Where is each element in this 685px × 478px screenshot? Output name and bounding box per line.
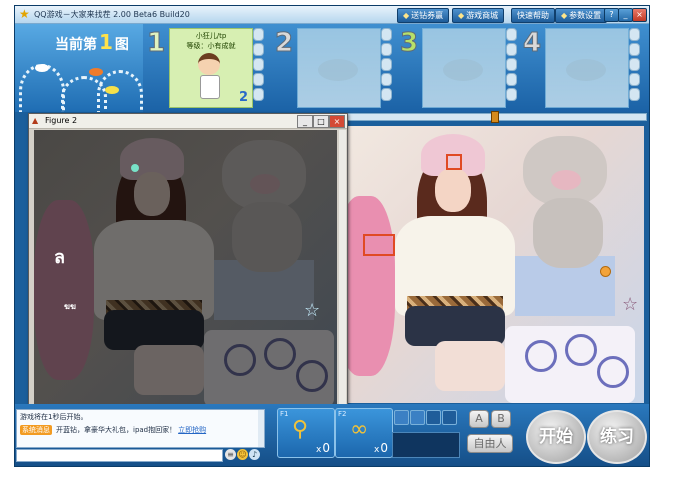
quick-help-button[interactable]: 快速帮助 (511, 8, 555, 23)
player-name: 小狂儿/tp (195, 32, 227, 40)
minimize-button[interactable]: _ (618, 8, 633, 22)
tool-count: x0 (316, 441, 330, 455)
hint-dot (600, 266, 611, 277)
system-line: 游戏将在1秒后开始。 (20, 413, 88, 421)
cart-icon: ◆ (458, 11, 465, 20)
fish-icon (35, 64, 49, 72)
avatar (192, 53, 226, 101)
system-tag: 系统消息 (20, 425, 52, 435)
player-header: 当前第 1 图 1 小狂儿/tp 等级：小有成就 2 2 3 4 (15, 24, 649, 112)
girl-skirt (405, 306, 505, 346)
item-slot-icon[interactable] (394, 410, 409, 425)
found-difference-marker (363, 234, 395, 256)
status-lights (381, 28, 393, 103)
figure-close-button[interactable]: × (329, 115, 345, 128)
found-difference-marker (446, 154, 462, 170)
progress-knob (491, 111, 499, 123)
title-bar: ★ QQ游戏－大家来找茬 2.00 Beta6 Build20 ◆ 送钻券赢 ◆ 游… (15, 6, 649, 24)
matlab-icon: ▲ (32, 116, 39, 125)
tool-magnifier[interactable]: F1 ⚲ x0 (277, 408, 335, 458)
game-store-button[interactable]: ◆ 游戏商城 (452, 8, 505, 23)
ocean-banner: 当前第 1 图 (15, 24, 143, 112)
star-icon: ☆ (304, 300, 321, 321)
player-level: 等级：小有成就 (186, 42, 236, 50)
empty-seat-card (297, 28, 381, 108)
promo-line: 系统消息 开蓝钻，拿豪华大礼包，ipad抱回家！ 立即抢购 (20, 425, 207, 435)
round-indicator: 当前第 1 图 (55, 30, 129, 54)
chat-input[interactable] (16, 449, 223, 462)
player-slot-1[interactable]: 1 小狂儿/tp 等级：小有成就 2 (146, 28, 267, 108)
status-lights (253, 28, 265, 103)
girl-face (435, 168, 471, 212)
item-slot-icon[interactable] (410, 410, 425, 425)
game-window: ★ QQ游戏－大家来找茬 2.00 Beta6 Build20 ◆ 送钻券赢 ◆ 游… (14, 5, 650, 467)
close-button[interactable]: × (632, 8, 647, 22)
qq-star-icon: ★ (19, 7, 30, 21)
chat-log: 游戏将在1秒后开始。 系统消息 开蓝钻，拿豪华大礼包，ipad抱回家！ 立即抢购 (16, 409, 265, 448)
magnifier-icon: ⚲ (292, 417, 309, 442)
player-slot-4[interactable]: 4 (522, 28, 643, 108)
status-lights (506, 28, 518, 103)
start-button[interactable]: 开始 (526, 410, 586, 464)
difference-dot (131, 164, 139, 172)
item-display (392, 432, 460, 458)
a-button[interactable]: A (469, 410, 489, 428)
speaker-icon[interactable]: ♪ (249, 449, 260, 460)
player-slot-3[interactable]: 3 (399, 28, 520, 108)
figure-window[interactable]: ▲ Figure 2 _ □ × ล ฆฆ ☆ (28, 113, 348, 415)
game-image-right[interactable]: ☆ (335, 126, 644, 403)
free-player-button[interactable]: 自由人 (467, 434, 513, 453)
toy-pig (523, 136, 613, 268)
gift-icon: ◆ (403, 11, 410, 20)
item-slot[interactable] (442, 410, 457, 425)
list-icon[interactable]: ≡ (225, 449, 236, 460)
item-slot[interactable] (426, 410, 441, 425)
practice-button[interactable]: 练习 (587, 410, 647, 464)
bottom-panel: 游戏将在1秒后开始。 系统消息 开蓝钻，拿豪华大礼包，ipad抱回家！ 立即抢购 ≡… (15, 404, 649, 466)
fish-icon (89, 68, 103, 76)
diamond-promo-button[interactable]: ◆ 送钻券赢 (397, 8, 450, 23)
player-card: 小狂儿/tp 等级：小有成就 2 (169, 28, 253, 108)
figure-title: Figure 2 (45, 116, 78, 125)
figure-minimize-button[interactable]: _ (297, 115, 313, 128)
coral-decoration (97, 70, 143, 112)
tool-glasses[interactable]: F2 ∞ x0 (335, 408, 393, 458)
figure-title-bar[interactable]: ▲ Figure 2 _ □ × (29, 114, 347, 129)
time-progress-bar (335, 111, 647, 123)
player-slot-2[interactable]: 2 (274, 28, 395, 108)
gear-icon: ◆ (561, 11, 568, 20)
player-score: 2 (238, 90, 248, 105)
help-window-button[interactable]: ? (604, 8, 619, 22)
empty-seat-card (422, 28, 506, 108)
window-title: QQ游戏－大家来找茬 2.00 Beta6 Build20 (34, 10, 190, 19)
glasses-icon: ∞ (350, 417, 369, 442)
buy-now-link[interactable]: 立即抢购 (178, 426, 206, 434)
settings-button[interactable]: ◆ 参数设置 (555, 8, 608, 23)
figure-scrollbar[interactable] (339, 130, 346, 406)
star-icon: ☆ (622, 294, 639, 315)
difference-overlay-image: ล ฆฆ ☆ (34, 130, 337, 406)
fish-icon (105, 86, 119, 94)
smiley-icon[interactable]: ☺ (237, 449, 248, 460)
chat-scrollbar[interactable] (258, 410, 264, 447)
empty-seat-card (545, 28, 629, 108)
difference-blob: ฆฆ (64, 302, 76, 311)
b-button[interactable]: B (491, 410, 511, 428)
tool-count: x0 (374, 441, 388, 455)
status-lights (629, 28, 641, 103)
figure-maximize-button[interactable]: □ (313, 115, 329, 128)
flower-pillow (505, 326, 635, 403)
difference-blob: ล (54, 247, 66, 268)
girl-legs (435, 341, 505, 391)
